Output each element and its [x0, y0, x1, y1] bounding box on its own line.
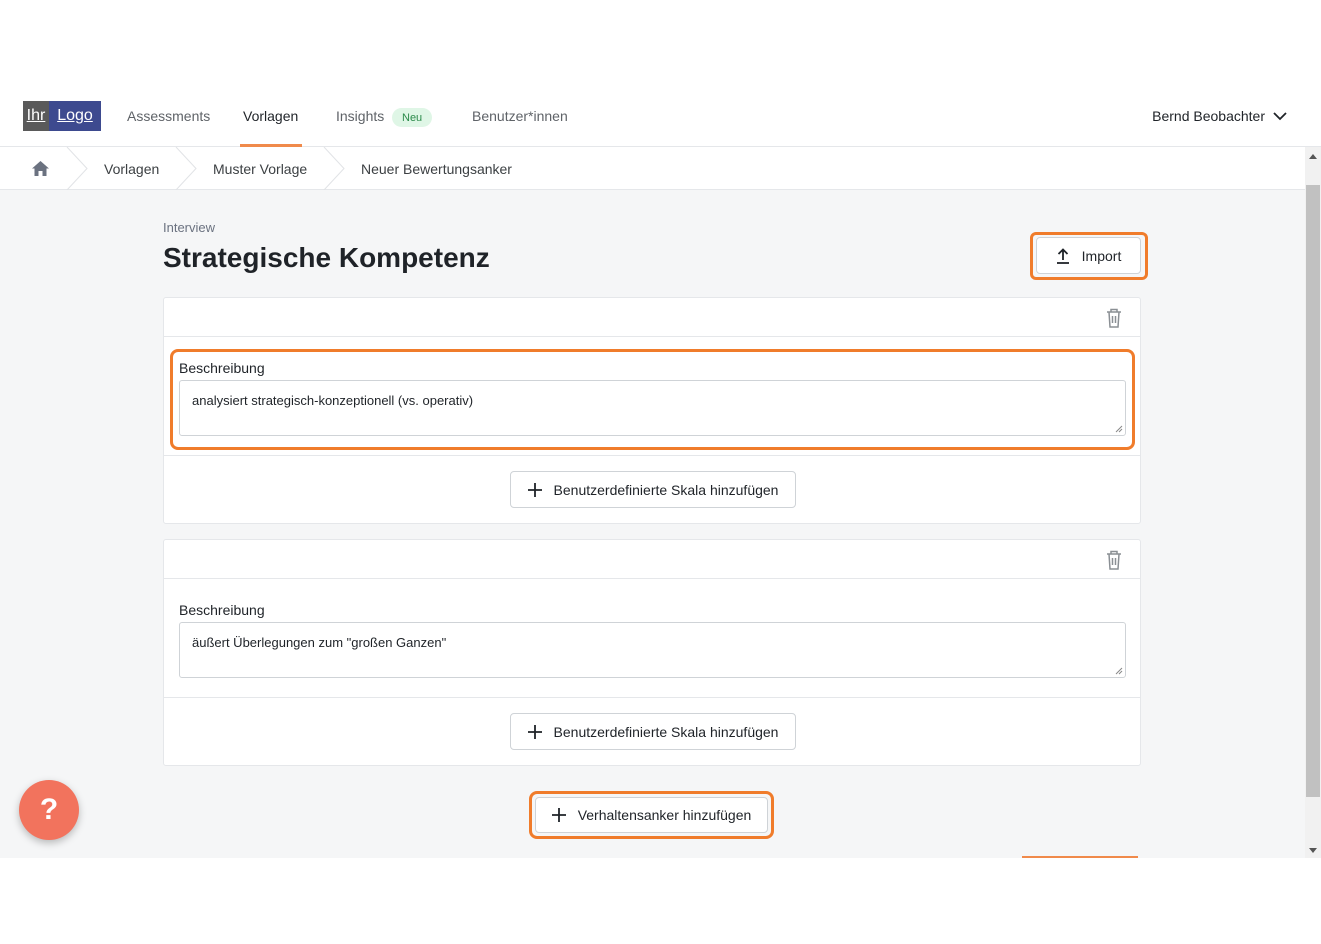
scroll-up-icon[interactable] — [1309, 154, 1317, 159]
screenshot-frame: Ihr Logo Assessments Vorlagen Insights N… — [0, 0, 1321, 944]
nav-insights[interactable]: Insights — [336, 108, 384, 124]
add-custom-scale-button[interactable]: Benutzerdefinierte Skala hinzufügen — [510, 713, 796, 750]
plus-icon — [527, 724, 542, 739]
home-icon[interactable] — [32, 161, 49, 176]
add-behavior-anchor-button[interactable]: Verhaltensanker hinzufügen — [535, 797, 768, 833]
divider — [164, 455, 1140, 456]
nav-vorlagen[interactable]: Vorlagen — [243, 108, 298, 124]
vertical-scrollbar[interactable] — [1305, 147, 1321, 858]
logo-part-2: Logo — [49, 101, 101, 131]
add-scale-label: Benutzerdefinierte Skala hinzufügen — [553, 723, 779, 740]
plus-icon — [527, 482, 542, 497]
import-label: Import — [1081, 247, 1122, 264]
chevron-down-icon — [1273, 112, 1287, 121]
divider — [164, 697, 1140, 698]
breadcrumb-muster-vorlage[interactable]: Muster Vorlage — [213, 161, 307, 177]
scrollbar-thumb[interactable] — [1306, 185, 1320, 797]
field-label: Beschreibung — [179, 602, 265, 618]
import-button[interactable]: Import — [1036, 237, 1141, 274]
logo-part-1: Ihr — [23, 101, 49, 131]
card-header — [164, 540, 1140, 579]
app-window: Ihr Logo Assessments Vorlagen Insights N… — [0, 90, 1321, 858]
highlight-frame — [170, 349, 1135, 450]
anchor-card: Beschreibung äußert Überlegungen zum "gr… — [163, 539, 1141, 766]
add-anchor-label: Verhaltensanker hinzufügen — [577, 807, 752, 823]
new-badge: Neu — [392, 108, 433, 127]
section-label: Interview — [163, 220, 216, 235]
add-custom-scale-button[interactable]: Benutzerdefinierte Skala hinzufügen — [510, 471, 796, 508]
trash-icon[interactable] — [1104, 307, 1124, 329]
top-navigation: Ihr Logo Assessments Vorlagen Insights N… — [0, 90, 1321, 147]
logo[interactable]: Ihr Logo — [23, 101, 101, 131]
user-menu[interactable]: Bernd Beobachter — [1152, 108, 1287, 124]
resize-handle-icon[interactable] — [1115, 667, 1123, 675]
plus-icon — [551, 808, 566, 822]
breadcrumb-vorlagen[interactable]: Vorlagen — [104, 161, 159, 177]
upload-icon — [1056, 247, 1069, 264]
nav-benutzer[interactable]: Benutzer*innen — [472, 108, 568, 124]
breadcrumb-separator-icon — [66, 147, 88, 190]
trash-icon[interactable] — [1104, 549, 1124, 571]
breadcrumb: Vorlagen Muster Vorlage Neuer Bewertungs… — [0, 147, 1305, 190]
breadcrumb-separator-icon — [323, 147, 345, 190]
offscreen-button-edge — [1022, 856, 1138, 858]
card-header — [164, 298, 1140, 337]
add-scale-label: Benutzerdefinierte Skala hinzufügen — [553, 481, 779, 498]
nav-assessments[interactable]: Assessments — [127, 108, 210, 124]
description-value: äußert Überlegungen zum "großen Ganzen" — [192, 635, 447, 650]
description-textarea[interactable]: äußert Überlegungen zum "großen Ganzen" — [179, 622, 1126, 678]
breadcrumb-current: Neuer Bewertungsanker — [361, 161, 512, 177]
scroll-down-icon[interactable] — [1309, 848, 1317, 853]
page-title: Strategische Kompetenz — [163, 242, 490, 273]
help-button[interactable]: ? — [19, 780, 79, 840]
user-name: Bernd Beobachter — [1152, 108, 1265, 124]
question-icon: ? — [39, 793, 59, 826]
breadcrumb-separator-icon — [175, 147, 197, 190]
